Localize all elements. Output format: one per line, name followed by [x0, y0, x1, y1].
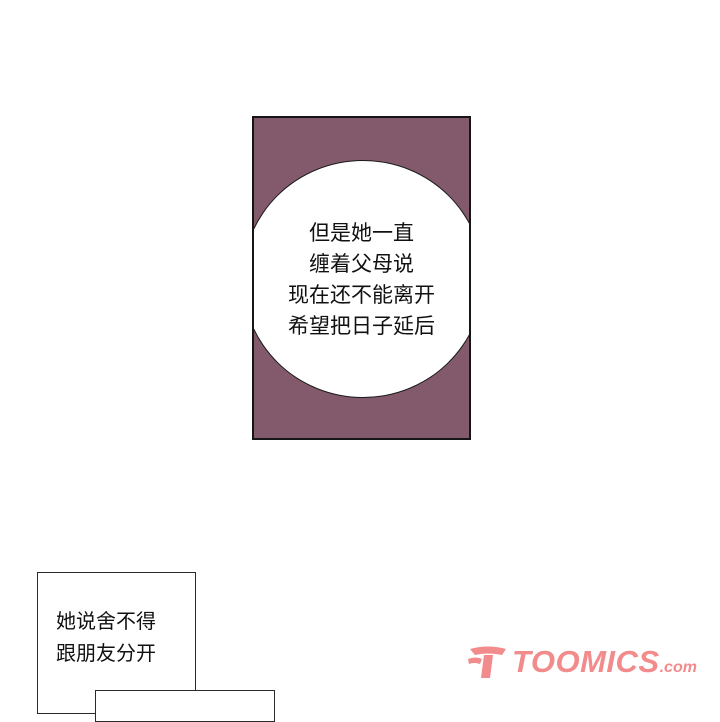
panel-dialogue: 但是她一直 缠着父母说 现在还不能离开 希望把日子延后 [254, 218, 469, 342]
narration-text: 她说舍不得 跟朋友分开 [56, 605, 156, 669]
caption-line-2: 跟朋友分开 [56, 641, 156, 665]
panel-line-3: 现在还不能离开 [288, 283, 435, 307]
watermark-tld: .com [659, 659, 697, 676]
panel-line-2: 缠着父母说 [309, 252, 414, 276]
toomics-watermark: TOOMICS.com [466, 642, 706, 682]
comic-panel: 但是她一直 缠着父母说 现在还不能离开 希望把日子延后 [252, 116, 471, 440]
watermark-wordmark: TOOMICS.com [512, 644, 697, 680]
panel-line-4: 希望把日子延后 [288, 314, 435, 338]
watermark-brand: TOOMICS [512, 644, 660, 679]
next-panel-edge [95, 690, 275, 722]
panel-line-1: 但是她一直 [309, 221, 414, 245]
caption-line-1: 她说舍不得 [56, 609, 156, 633]
toomics-logo-icon [468, 646, 506, 678]
